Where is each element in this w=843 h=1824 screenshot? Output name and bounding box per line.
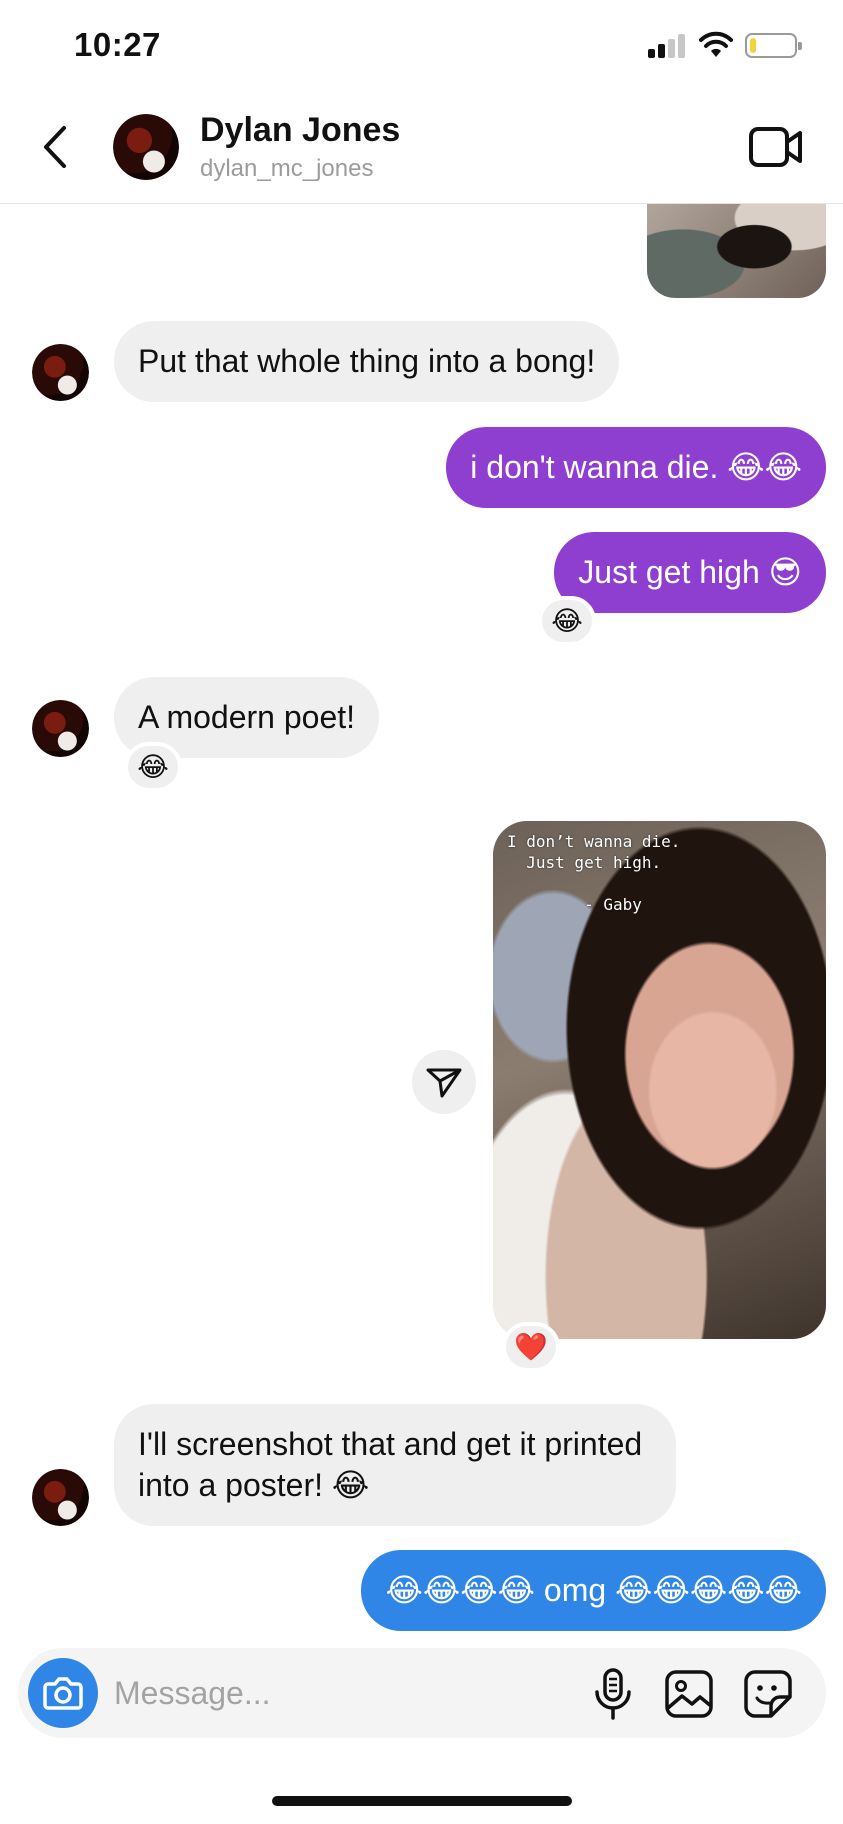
message-reaction[interactable]: 😂 — [538, 596, 596, 646]
message-reaction[interactable]: ❤️ — [502, 1322, 560, 1372]
chat-screen: 10:27 Dylan Jones dylan_mc_jones Put tha… — [0, 0, 843, 1824]
sender-avatar[interactable] — [32, 1469, 89, 1526]
message-line: I'll screenshot that and get it printed — [138, 1426, 643, 1462]
contact-avatar[interactable] — [113, 114, 179, 180]
contact-username[interactable]: dylan_mc_jones — [200, 155, 373, 183]
battery-icon — [745, 33, 802, 58]
message-reaction[interactable]: 😂 — [124, 742, 182, 792]
home-indicator[interactable] — [272, 1796, 572, 1806]
outgoing-message-bubble[interactable]: 😂😂😂😂 omg 😂😂😂😂😂 — [361, 1550, 826, 1631]
contact-name[interactable]: Dylan Jones — [200, 111, 400, 150]
outgoing-message-bubble[interactable]: i don't wanna die. 😂😂 — [446, 427, 826, 508]
chat-header: Dylan Jones dylan_mc_jones — [0, 90, 843, 204]
share-button[interactable] — [412, 1050, 476, 1114]
camera-button[interactable] — [28, 1658, 98, 1728]
wifi-icon — [699, 31, 733, 57]
microphone-button[interactable] — [588, 1667, 638, 1721]
message-line: into a poster! 😂 — [138, 1467, 370, 1503]
battery-level — [750, 38, 756, 53]
gallery-button[interactable] — [663, 1668, 715, 1720]
message-input[interactable] — [114, 1664, 494, 1722]
outgoing-message-bubble[interactable]: Just get high 😎 — [554, 532, 826, 613]
message-thread[interactable]: Put that whole thing into a bong! i don'… — [0, 204, 843, 1644]
shared-photo-message[interactable] — [647, 204, 826, 298]
sender-avatar[interactable] — [32, 700, 89, 757]
cellular-signal-icon — [648, 34, 686, 58]
status-bar: 10:27 — [0, 0, 843, 90]
message-composer — [18, 1648, 826, 1738]
incoming-message-bubble[interactable]: Put that whole thing into a bong! — [114, 321, 620, 402]
sender-avatar[interactable] — [32, 344, 89, 401]
back-button[interactable] — [36, 120, 76, 174]
incoming-message-bubble[interactable]: I'll screenshot that and get it printed … — [114, 1404, 677, 1526]
camera-icon — [43, 1677, 83, 1710]
video-call-button[interactable] — [748, 122, 804, 172]
story-reply-image[interactable]: I don’t wanna die. Just get high. - Gaby — [493, 821, 826, 1339]
sticker-button[interactable] — [742, 1668, 794, 1720]
story-quote-text: I don’t wanna die. Just get high. - Gaby — [507, 832, 681, 914]
send-icon — [426, 1068, 462, 1098]
status-time: 10:27 — [74, 26, 161, 63]
